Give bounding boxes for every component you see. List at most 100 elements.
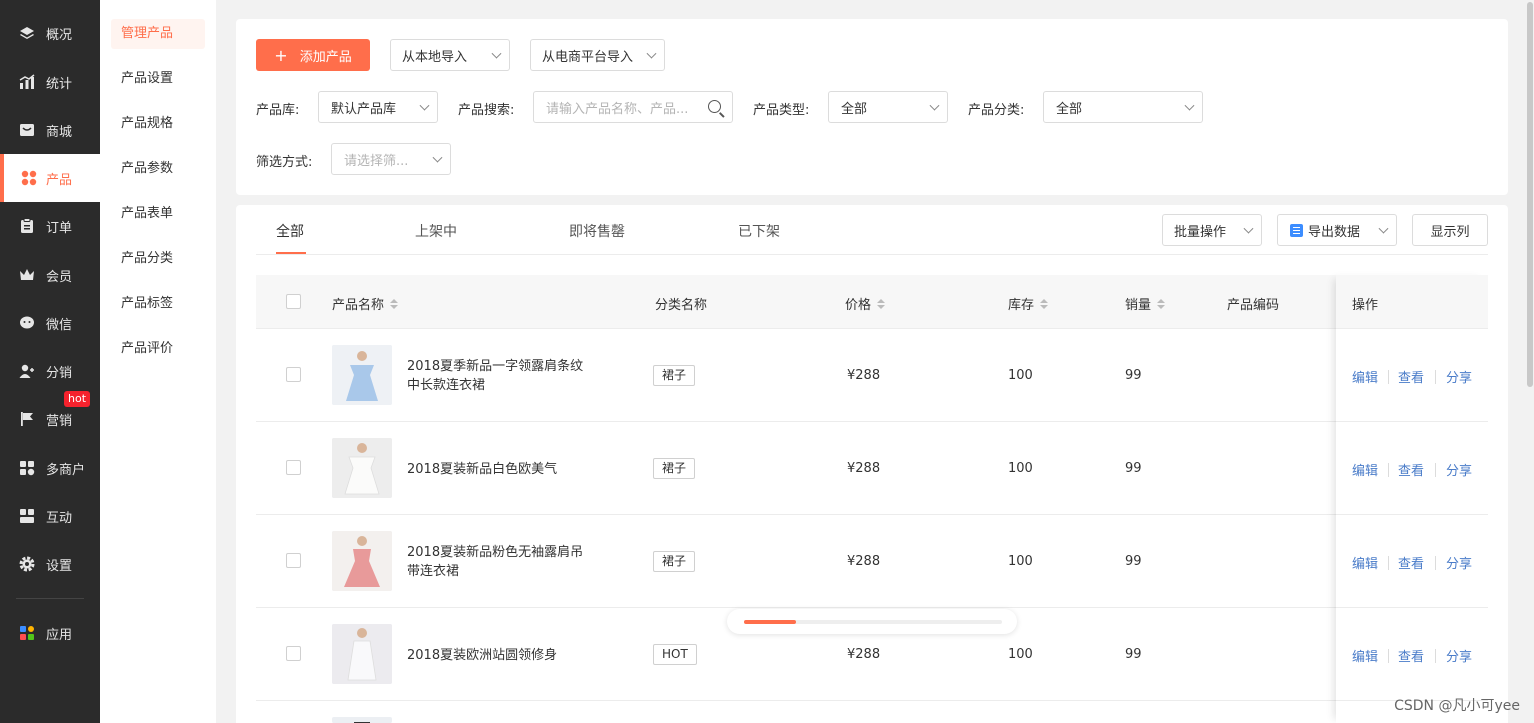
- sort-icon[interactable]: [1157, 298, 1166, 309]
- import-ecommerce-label: 从电商平台导入: [542, 49, 634, 65]
- tab-on-sale[interactable]: 上架中: [415, 221, 457, 241]
- import-local-dropdown[interactable]: 从本地导入: [390, 39, 510, 71]
- column-header-category: 分类名称: [655, 294, 707, 313]
- product-submenu: 管理产品 产品设置 产品规格 产品参数 产品表单 产品分类 产品标签 产品评价: [100, 0, 216, 723]
- batch-actions-label: 批量操作: [1174, 224, 1227, 240]
- gear-icon: [19, 556, 35, 572]
- nav-item-orders[interactable]: 订单: [0, 202, 100, 250]
- submenu-item-product-params[interactable]: 产品参数: [111, 154, 205, 184]
- nav-item-multi-merchant[interactable]: 多商户: [0, 444, 100, 492]
- price-cell: ¥288: [847, 647, 881, 662]
- edit-link[interactable]: 编辑: [1352, 367, 1378, 386]
- add-product-button[interactable]: + 添加产品: [256, 39, 370, 71]
- share-link[interactable]: 分享: [1446, 553, 1472, 572]
- sort-icon[interactable]: [1040, 298, 1049, 309]
- column-header-operations-label: 操作: [1352, 298, 1379, 313]
- column-header-sales[interactable]: 销量: [1125, 294, 1166, 313]
- filter-mode-select[interactable]: 请选择筛...: [331, 143, 451, 175]
- product-name[interactable]: 2018夏装新品白色欧美气: [407, 460, 597, 479]
- tab-off-shelf[interactable]: 已下架: [738, 221, 780, 241]
- library-select[interactable]: 默认产品库: [318, 91, 438, 123]
- interact-icon: [19, 508, 35, 524]
- type-select[interactable]: 全部: [828, 91, 948, 123]
- submenu-item-product-reviews[interactable]: 产品评价: [111, 334, 205, 364]
- edit-link[interactable]: 编辑: [1352, 553, 1378, 572]
- library-label: 产品库:: [256, 103, 300, 118]
- nav-item-members[interactable]: 会员: [0, 251, 100, 299]
- nav-item-apps[interactable]: 应用: [0, 609, 100, 657]
- tab-all[interactable]: 全部: [276, 221, 304, 241]
- submenu-item-product-categories[interactable]: 产品分类: [111, 244, 205, 274]
- row-checkbox[interactable]: [286, 553, 301, 568]
- product-thumbnail[interactable]: [332, 531, 392, 591]
- sales-cell: 99: [1125, 647, 1142, 662]
- column-header-name[interactable]: 产品名称: [332, 294, 399, 313]
- nav-item-overview[interactable]: 概况: [0, 9, 100, 57]
- vertical-scrollbar[interactable]: [1524, 0, 1534, 723]
- search-input[interactable]: 请输入产品名称、产品...: [533, 91, 733, 123]
- share-link[interactable]: 分享: [1446, 367, 1472, 386]
- vertical-scrollbar-thumb[interactable]: [1527, 2, 1533, 387]
- nav-label: 产品: [46, 172, 73, 188]
- view-link[interactable]: 查看: [1398, 460, 1424, 479]
- submenu-item-product-settings[interactable]: 产品设置: [111, 64, 205, 94]
- library-value: 默认产品库: [331, 101, 397, 117]
- product-name[interactable]: 2018夏装欧洲站圆领修身: [407, 646, 597, 665]
- show-columns-button[interactable]: 显示列: [1412, 214, 1488, 246]
- watermark: CSDN @凡小可yee: [1394, 698, 1520, 714]
- horizontal-scrollbar[interactable]: [727, 609, 1017, 634]
- share-link[interactable]: 分享: [1446, 646, 1472, 665]
- nav-item-stats[interactable]: 统计: [0, 58, 100, 106]
- nav-item-mall[interactable]: 商城: [0, 106, 100, 154]
- view-link[interactable]: 查看: [1398, 646, 1424, 665]
- row-checkbox[interactable]: [286, 367, 301, 382]
- product-thumbnail[interactable]: [332, 438, 392, 498]
- scrollbar-thumb[interactable]: [744, 620, 796, 624]
- nav-item-settings[interactable]: 设置: [0, 540, 100, 588]
- submenu-item-product-forms[interactable]: 产品表单: [111, 199, 205, 229]
- search-label: 产品搜索:: [458, 103, 515, 118]
- category-tag: 裙子: [653, 458, 696, 479]
- edit-link[interactable]: 编辑: [1352, 460, 1378, 479]
- nav-label: 微信: [46, 317, 73, 333]
- nav-item-interaction[interactable]: 互动: [0, 492, 100, 540]
- search-icon[interactable]: [708, 100, 721, 113]
- sales-cell: 99: [1125, 461, 1142, 476]
- nav-item-wechat[interactable]: 微信: [0, 299, 100, 347]
- batch-actions-dropdown[interactable]: 批量操作: [1162, 214, 1262, 246]
- view-link[interactable]: 查看: [1398, 553, 1424, 572]
- import-ecommerce-dropdown[interactable]: 从电商平台导入: [530, 39, 665, 71]
- submenu-item-product-specs[interactable]: 产品规格: [111, 109, 205, 139]
- share-link[interactable]: 分享: [1446, 460, 1472, 479]
- edit-link[interactable]: 编辑: [1352, 646, 1378, 665]
- sort-icon[interactable]: [877, 298, 886, 309]
- plus-icon: +: [274, 45, 288, 65]
- tabs-divider: [256, 254, 1488, 255]
- submenu-item-product-tags[interactable]: 产品标签: [111, 289, 205, 319]
- product-name[interactable]: 2018夏装新品粉色无袖露肩吊 带连衣裙: [407, 543, 597, 581]
- sort-icon[interactable]: [390, 298, 399, 309]
- column-header-stock[interactable]: 库存: [1008, 294, 1049, 313]
- row-checkbox[interactable]: [286, 460, 301, 475]
- nav-item-product[interactable]: 产品: [0, 154, 100, 202]
- product-thumbnail[interactable]: [332, 717, 392, 723]
- row-divider: [256, 328, 1488, 329]
- category-select[interactable]: 全部: [1043, 91, 1203, 123]
- price-cell: ¥288: [847, 368, 881, 383]
- product-name[interactable]: 2018夏季新品一字领露肩条纹 中长款连衣裙: [407, 357, 597, 395]
- import-local-label: 从本地导入: [402, 49, 468, 65]
- nav-divider: [16, 598, 84, 599]
- view-link[interactable]: 查看: [1398, 367, 1424, 386]
- chevron-down-icon: [491, 48, 502, 59]
- select-all-checkbox[interactable]: [286, 294, 301, 309]
- row-checkbox[interactable]: [286, 646, 301, 661]
- submenu-item-manage-products[interactable]: 管理产品: [111, 19, 205, 49]
- column-header-price[interactable]: 价格: [845, 294, 886, 313]
- column-header-stock-label: 库存: [1008, 298, 1035, 313]
- nav-item-distribution[interactable]: 分销: [0, 347, 100, 395]
- product-thumbnail[interactable]: [332, 624, 392, 684]
- product-name-line: 2018夏季新品一字领露肩条纹: [407, 359, 584, 374]
- product-thumbnail[interactable]: [332, 345, 392, 405]
- tab-low-stock[interactable]: 即将售罄: [569, 221, 625, 241]
- export-data-dropdown[interactable]: 导出数据: [1277, 214, 1397, 246]
